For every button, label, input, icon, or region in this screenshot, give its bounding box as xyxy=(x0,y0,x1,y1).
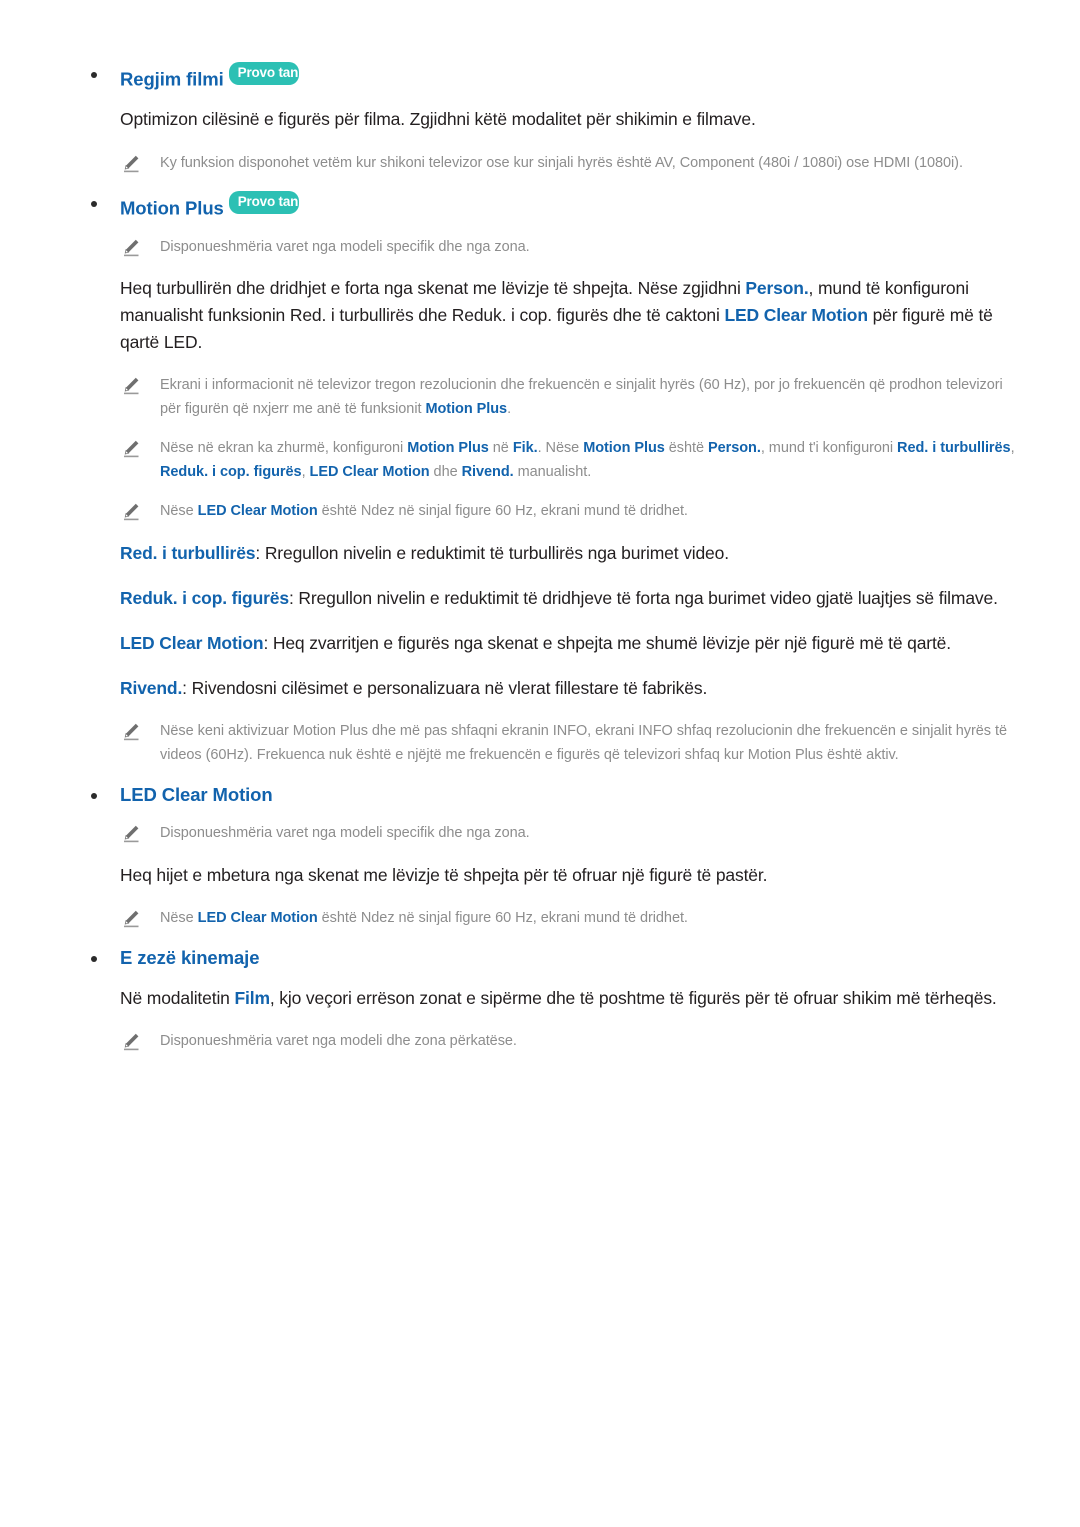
note-motion-plus-2: Nëse në ekran ka zhurmë, konfiguroni Mot… xyxy=(60,437,1020,484)
section-body-motion-plus: Heq turbullirën dhe dridhjet e forta nga… xyxy=(60,275,1020,356)
section-heading-e-zeze-kinemaje: E zezë kinemaje xyxy=(60,946,1020,971)
section-heading-regjim-filmi: Regjim filmi Provo tani xyxy=(60,62,1020,92)
note-led-clear-motion-flicker: Nëse LED Clear Motion është Ndez në sinj… xyxy=(60,907,1020,930)
note-text: Ekrani i informacionit në televizor treg… xyxy=(160,377,1003,416)
inline-term: Fik. xyxy=(512,440,538,457)
note-motion-plus-1: Ekrani i informacionit në televizor treg… xyxy=(60,374,1020,421)
inline-text: Nëse në ekran ka zhurmë, konfiguroni xyxy=(160,440,408,457)
inline-term: Person. xyxy=(707,440,761,457)
definition-red-i-turbullires: Red. i turbullirës: Rregullon nivelin e … xyxy=(60,540,1020,567)
note-motion-plus-availability: Disponueshmëria varet nga modeli specifi… xyxy=(60,236,1020,259)
section-body-led-clear-motion: Heq hijet e mbetura nga skenat me lëvizj… xyxy=(120,864,768,885)
pencil-icon xyxy=(124,1034,139,1051)
pencil-icon xyxy=(124,155,139,172)
body-part-1: Heq turbullirën dhe dridhjet e forta nga… xyxy=(120,278,746,299)
inline-term: Rivend. xyxy=(461,463,514,480)
definition-led-clear-motion: LED Clear Motion: Heq zvarritjen e figur… xyxy=(60,630,1020,657)
note-text: Ky funksion disponohet vetëm kur shikoni… xyxy=(160,154,963,171)
section-heading-motion-plus: Motion Plus Provo tani xyxy=(60,191,1020,221)
definition-term: LED Clear Motion xyxy=(120,633,264,654)
inline-text: Nëse xyxy=(160,503,198,520)
note-motion-plus-3: Nëse LED Clear Motion është Ndez në sinj… xyxy=(60,500,1020,523)
inline-term: LED Clear Motion xyxy=(309,463,430,480)
term-led-clear-motion: LED Clear Motion xyxy=(724,305,868,326)
note-text: Disponueshmëria varet nga modeli dhe zon… xyxy=(160,1033,517,1050)
inline-text: , xyxy=(1010,440,1015,457)
inline-term: Red. i turbullirës xyxy=(897,440,1011,457)
definition-term: Reduk. i cop. figurës xyxy=(120,587,289,608)
pencil-icon xyxy=(124,441,139,458)
body-part-1: Në modalitetin xyxy=(120,988,235,1009)
pencil-icon xyxy=(124,378,139,395)
note-regjim-filmi-1: Ky funksion disponohet vetëm kur shikoni… xyxy=(60,152,1020,175)
heading-label: Motion Plus xyxy=(120,197,224,219)
heading-label: LED Clear Motion xyxy=(120,784,273,806)
inline-text: manualisht. xyxy=(513,463,592,480)
note-motion-plus-info: Nëse keni aktivizuar Motion Plus dhe më … xyxy=(60,720,1020,767)
definition-rivend: Rivend.: Rivendosni cilësimet e personal… xyxy=(60,675,1020,702)
heading-label: E zezë kinemaje xyxy=(120,947,260,969)
pencil-icon xyxy=(124,239,139,256)
note-text: Nëse keni aktivizuar Motion Plus dhe më … xyxy=(160,723,1007,763)
note-text: Disponueshmëria varet nga modeli specifi… xyxy=(160,238,530,255)
pencil-icon xyxy=(124,504,139,521)
section-heading-led-clear-motion: LED Clear Motion xyxy=(60,783,1020,808)
inline-text: është Ndez në sinjal figure 60 Hz, ekran… xyxy=(317,503,688,520)
pencil-icon xyxy=(124,826,139,843)
pencil-icon xyxy=(124,724,139,741)
inline-term: Reduk. i cop. figurës xyxy=(160,463,302,480)
heading-label: Regjim filmi xyxy=(120,68,224,90)
note-e-zeze-kinemaje-availability: Disponueshmëria varet nga modeli dhe zon… xyxy=(60,1030,1020,1053)
note-text: Nëse LED Clear Motion është Ndez në sinj… xyxy=(160,503,688,519)
section-body-regjim-filmi: Optimizon cilësinë e figurës për filma. … xyxy=(120,109,756,130)
definition-desc: : Rregullon nivelin e reduktimit të drid… xyxy=(288,587,998,608)
term-person: Person. xyxy=(745,278,809,299)
note-text: Nëse LED Clear Motion është Ndez në sinj… xyxy=(160,910,688,926)
definition-desc: : Rregullon nivelin e reduktimit të turb… xyxy=(255,542,729,563)
definition-desc: : Rivendosni cilësimet e personalizuara … xyxy=(182,678,708,699)
definition-desc: : Heq zvarritjen e figurës nga skenat e … xyxy=(263,633,951,654)
inline-term: Motion Plus xyxy=(583,440,665,457)
inline-text: është xyxy=(664,440,708,457)
try-now-badge[interactable]: Provo tani xyxy=(228,191,299,214)
inline-text: dhe xyxy=(429,463,462,480)
note-text: Nëse në ekran ka zhurmë, konfiguroni Mot… xyxy=(160,440,1015,479)
definition-term: Rivend. xyxy=(120,678,183,699)
pencil-icon xyxy=(124,910,139,928)
term-film: Film xyxy=(234,988,270,1009)
inline-term: LED Clear Motion xyxy=(197,909,318,926)
note-text: Disponueshmëria varet nga modeli specifi… xyxy=(160,825,530,842)
inline-text: në xyxy=(488,440,513,457)
note-led-clear-motion-availability: Disponueshmëria varet nga modeli specifi… xyxy=(60,822,1020,845)
inline-text: , mund t'i konfiguroni xyxy=(760,440,898,457)
inline-text: Nëse xyxy=(160,909,198,926)
inline-text: , xyxy=(301,463,310,480)
inline-text: është Ndez në sinjal figure 60 Hz, ekran… xyxy=(317,909,688,926)
document-page: Regjim filmi Provo tani Optimizon cilësin… xyxy=(0,0,1080,1527)
section-body-e-zeze-kinemaje: Në modalitetin Film, kjo veçori errëson … xyxy=(60,985,1020,1012)
inline-term: Motion Plus xyxy=(407,440,489,457)
body-part-2: , kjo veçori errëson zonat e sipërme dhe… xyxy=(269,988,997,1009)
inline-term: Motion Plus xyxy=(425,400,508,417)
inline-text: Ekrani i informacionit në televizor treg… xyxy=(160,377,1003,417)
inline-text: . Nëse xyxy=(537,440,584,457)
definition-term: Red. i turbullirës xyxy=(120,542,256,563)
inline-term: LED Clear Motion xyxy=(197,503,318,520)
definition-reduk-i-cop-figures: Reduk. i cop. figurës: Rregullon nivelin… xyxy=(60,585,1020,612)
inline-text: . xyxy=(507,400,512,417)
try-now-badge[interactable]: Provo tani xyxy=(228,62,299,85)
